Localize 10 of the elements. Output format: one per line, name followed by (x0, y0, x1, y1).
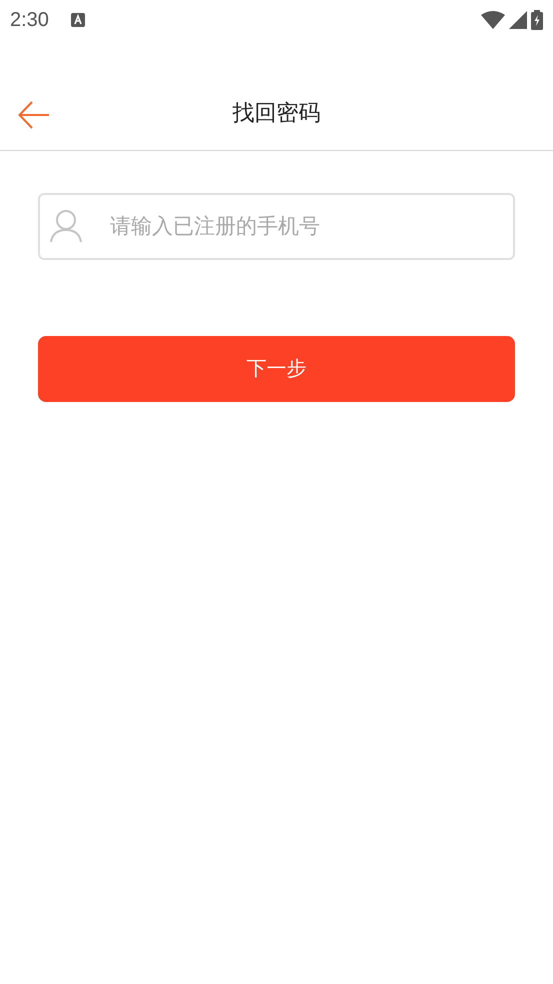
status-time: 2:30 (10, 8, 49, 33)
signal-icon (509, 11, 527, 29)
next-step-button[interactable]: 下一步 (38, 336, 515, 402)
wifi-icon (481, 11, 505, 29)
page-title: 找回密码 (232, 99, 320, 127)
back-arrow-icon[interactable] (18, 101, 50, 129)
notification-icon (70, 13, 85, 27)
user-icon (50, 209, 82, 243)
phone-input-field[interactable]: 请输入已注册的手机号 (38, 193, 515, 260)
battery-icon (531, 10, 543, 30)
